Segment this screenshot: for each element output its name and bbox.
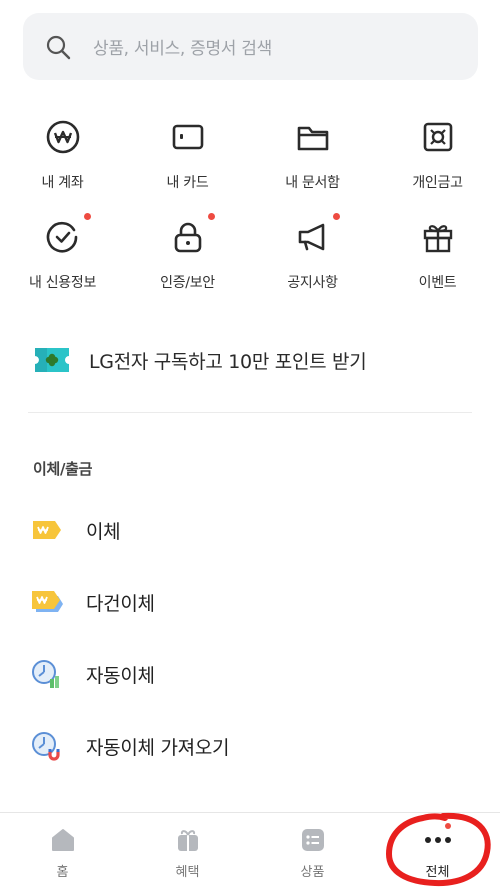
menu-label: 다건이체 [86,592,155,615]
quick-label: 인증/보안 [160,275,215,291]
quick-auth-security[interactable]: 인증/보안 [125,212,250,292]
new-badge-dot [333,213,340,220]
section-title: 이체/출금 [33,460,93,478]
credit-check-icon [43,218,83,256]
new-badge-dot [84,213,91,220]
nav-label: 홈 [56,865,69,880]
menu-label: 이체 [86,520,121,543]
won-circle-icon [43,118,83,156]
safe-icon [418,118,458,156]
list-icon [298,825,328,855]
quick-label: 이벤트 [418,275,457,291]
nav-benefits[interactable]: 혜택 [125,813,250,887]
nav-label: 전체 [425,865,450,880]
quick-my-documents[interactable]: 내 문서함 [250,112,375,192]
ticket-icon [35,348,69,372]
gift-icon [418,218,458,256]
quick-notices[interactable]: 공지사항 [250,212,375,292]
new-badge-dot [208,213,215,220]
new-badge-dot [445,823,451,829]
won-ticket-icon [33,521,61,539]
quick-label: 개인금고 [412,175,463,191]
menu-label: 자동이체 가져오기 [86,736,230,759]
quick-personal-safe[interactable]: 개인금고 [375,112,500,192]
quick-label: 내 신용정보 [28,275,97,291]
nav-label: 상품 [300,865,325,880]
lock-icon [168,218,208,256]
quick-label: 내 계좌 [41,175,84,191]
menu-label: 자동이체 [86,664,155,687]
menu-item-import-auto-transfer[interactable]: 자동이체 가져오기 [30,726,229,766]
search-icon [46,35,71,59]
bottom-navigation: 홈 혜택 상품 전체 [0,812,500,887]
search-bar[interactable]: 상품, 서비스, 증명서 검색 [23,13,478,80]
menu-item-auto-transfer[interactable]: 자동이체 [30,654,155,694]
nav-products[interactable]: 상품 [250,813,375,887]
more-dots-icon [423,825,453,855]
clock-money-icon [32,660,59,688]
quick-menu-grid: 내 계좌 내 카드 내 문서함 개인금고 내 신용정보 인증/보안 공지사항 이… [0,112,500,292]
quick-my-card[interactable]: 내 카드 [125,112,250,192]
quick-label: 내 문서함 [285,175,340,191]
search-placeholder: 상품, 서비스, 증명서 검색 [93,39,272,59]
home-icon [48,825,78,855]
nav-label: 혜택 [175,865,200,880]
menu-item-multi-transfer[interactable]: 다건이체 [30,582,155,622]
multi-won-ticket-icon [32,591,63,612]
quick-events[interactable]: 이벤트 [375,212,500,292]
clock-magnet-icon [32,732,60,761]
megaphone-icon [293,218,333,256]
quick-label: 공지사항 [287,275,338,291]
promo-text: LG전자 구독하고 10만 포인트 받기 [89,350,367,373]
nav-home[interactable]: 홈 [0,813,125,887]
card-icon [168,118,208,156]
divider [28,412,472,413]
folder-icon [293,118,333,156]
menu-item-transfer[interactable]: 이체 [30,510,121,550]
quick-label: 내 카드 [166,175,209,191]
promo-banner[interactable]: LG전자 구독하고 10만 포인트 받기 [33,342,367,378]
nav-all[interactable]: 전체 [375,813,500,887]
gift-icon [173,825,203,855]
quick-my-account[interactable]: 내 계좌 [0,112,125,192]
quick-credit-info[interactable]: 내 신용정보 [0,212,125,292]
